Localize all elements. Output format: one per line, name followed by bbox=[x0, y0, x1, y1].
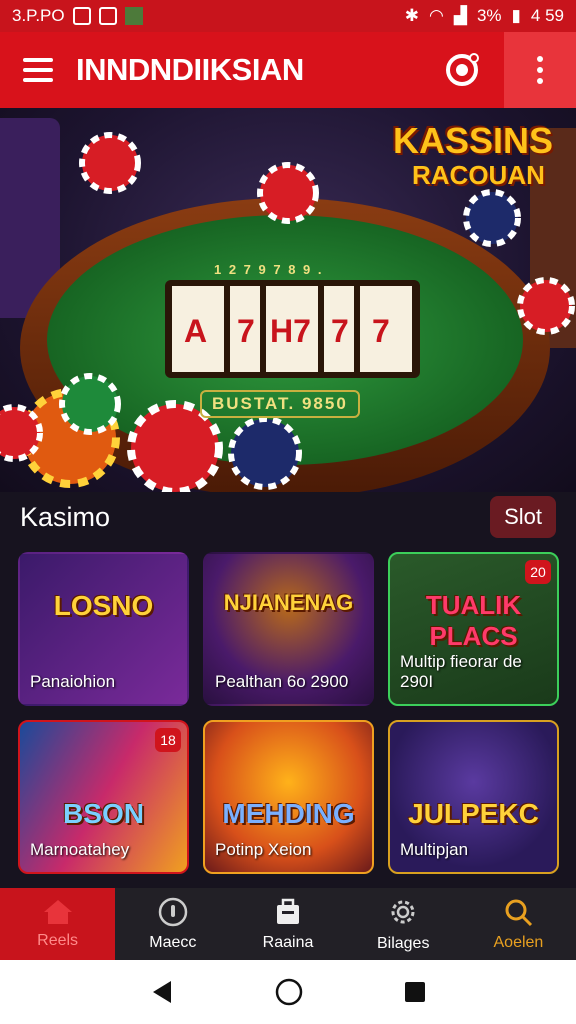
status-clock: 4 59 bbox=[530, 6, 564, 25]
reel-symbol-2: 7 bbox=[237, 313, 255, 349]
bluetooth-icon: ✱ bbox=[404, 6, 420, 25]
game-card-art: LOSNO bbox=[53, 590, 154, 621]
system-nav-bar bbox=[0, 960, 576, 1024]
app-bar: INNDNDIIKSIAN bbox=[0, 32, 576, 108]
hamburger-icon bbox=[23, 58, 53, 62]
wifi-icon: ◠ bbox=[429, 6, 444, 25]
battery-text: 3% bbox=[476, 6, 502, 25]
poker-chip bbox=[59, 373, 121, 435]
game-card-art: TUALIK PLACS bbox=[425, 590, 522, 651]
game-card-art: MEHDING bbox=[222, 798, 355, 829]
game-card-art: JULPEKC bbox=[408, 798, 539, 829]
reel-symbol-3: H7 bbox=[270, 313, 311, 349]
nav-item-aoelen[interactable]: Aoelen bbox=[461, 888, 576, 960]
poker-chip bbox=[463, 189, 521, 247]
game-grid: LOSNO Panaiohion NJIANENAG Pealthan 6o 2… bbox=[18, 552, 559, 874]
nav-label: Raaina bbox=[262, 934, 314, 951]
more-vert-icon bbox=[537, 56, 543, 62]
game-card-label: Potinp Xeion bbox=[215, 840, 312, 859]
slot-filter-button[interactable]: Slot bbox=[490, 496, 556, 538]
table-text-top: 1 2 7 9 7 8 9 . bbox=[214, 262, 324, 277]
search-icon bbox=[505, 899, 533, 927]
battery-icon: ▮ bbox=[511, 6, 521, 25]
recents-icon[interactable] bbox=[403, 980, 427, 1004]
hero-logo-line2: RACOUAN bbox=[412, 160, 545, 190]
nav-item-maecc[interactable]: Maecc bbox=[115, 888, 230, 960]
hero-logo-line1: KASSINS bbox=[393, 120, 554, 161]
chip-icon bbox=[446, 53, 479, 86]
nav-item-raaina[interactable]: Raaina bbox=[230, 888, 345, 960]
game-card-label: Multipjan bbox=[400, 840, 469, 859]
status-bar: 3.P.PO ✱ ◠ ▟ 3% ▮ 4 59 bbox=[0, 0, 576, 32]
game-card[interactable]: MEHDING Potinp Xeion bbox=[203, 720, 374, 874]
poker-chip bbox=[79, 132, 141, 194]
reel-symbol-1: A bbox=[184, 313, 208, 349]
nav-label: Bilages bbox=[376, 935, 430, 952]
poker-chip bbox=[257, 162, 319, 224]
game-card[interactable]: LOSNO Panaiohion bbox=[18, 552, 189, 706]
hero-banner[interactable]: KASSINS RACOUAN 1 2 7 9 7 8 9 . A 7 H7 7… bbox=[0, 108, 576, 492]
nav-label: Reels bbox=[37, 932, 79, 949]
app-title: INNDNDIIKSIAN bbox=[76, 52, 304, 87]
chip-button[interactable] bbox=[440, 48, 484, 92]
overflow-menu-button[interactable] bbox=[504, 32, 576, 108]
game-card-label: Pealthan 6o 2900 bbox=[215, 672, 349, 691]
more-vert-dot bbox=[537, 78, 543, 84]
app-notification-icon bbox=[124, 7, 143, 25]
hamburger-icon-line bbox=[23, 78, 53, 82]
poker-chip bbox=[517, 277, 575, 335]
game-card-art: NJIANENAG bbox=[223, 590, 354, 615]
home-icon bbox=[43, 900, 72, 924]
nav-label: Aoelen bbox=[493, 934, 544, 951]
menu-button[interactable] bbox=[0, 32, 76, 108]
status-time: 3.P.PO bbox=[12, 6, 65, 25]
poker-chip bbox=[0, 404, 43, 462]
nav-item-reels[interactable]: Reels bbox=[0, 888, 116, 960]
notification-icon-2 bbox=[98, 7, 117, 25]
bag-icon bbox=[277, 898, 299, 924]
table-text-bottom: BUSTAT. 9850 bbox=[200, 390, 360, 418]
game-card[interactable]: NJIANENAG Pealthan 6o 2900 bbox=[203, 552, 374, 706]
game-card-label: Panaiohion bbox=[30, 672, 116, 691]
dial-icon bbox=[158, 897, 188, 927]
home-circle-icon[interactable] bbox=[274, 977, 304, 1007]
notification-icon bbox=[72, 7, 91, 25]
gear-icon bbox=[391, 900, 415, 924]
hamburger-icon-line bbox=[23, 68, 53, 72]
game-card-badge: 18 bbox=[155, 728, 181, 752]
reel-symbol-5: 7 bbox=[372, 313, 390, 349]
signal-icon: ▟ bbox=[453, 6, 467, 25]
section-title: Kasimo bbox=[20, 501, 111, 532]
nav-label: Maecc bbox=[149, 934, 197, 951]
game-card-label: Marnoatahey bbox=[30, 840, 130, 859]
reel-symbol-4: 7 bbox=[331, 313, 349, 349]
nav-item-bilages[interactable]: Bilages bbox=[346, 888, 461, 960]
poker-chip bbox=[228, 416, 302, 490]
game-card[interactable]: BSON Marnoatahey 18 bbox=[18, 720, 189, 874]
game-card-label: Multip fieorar de 290I bbox=[400, 652, 522, 691]
back-icon[interactable] bbox=[149, 979, 175, 1005]
game-card-art: BSON bbox=[63, 798, 144, 829]
more-vert-dot bbox=[537, 67, 543, 73]
game-card[interactable]: JULPEKC Multipjan bbox=[388, 720, 559, 874]
game-card-badge: 20 bbox=[525, 560, 551, 584]
game-card[interactable]: TUALIK PLACS Multip fieorar de 290I 20 bbox=[388, 552, 559, 706]
section-header: Kasimo Slot bbox=[0, 492, 576, 542]
bottom-nav: Reels Maecc Raaina Bilages Aoelen bbox=[0, 888, 576, 960]
